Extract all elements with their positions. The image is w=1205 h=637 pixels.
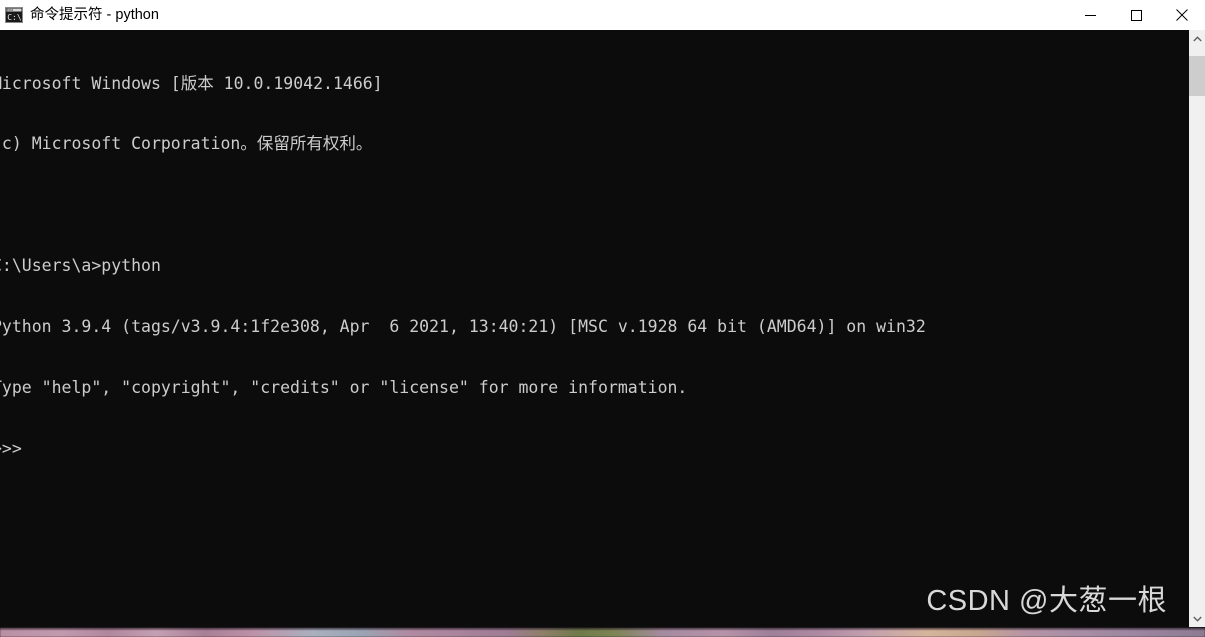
console-line: (c) Microsoft Corporation。保留所有权利。 — [0, 134, 373, 154]
maximize-button[interactable] — [1113, 0, 1159, 30]
console-line-blank — [0, 195, 926, 215]
minimize-button[interactable] — [1067, 0, 1113, 30]
desktop-background-strip — [0, 628, 1205, 637]
console-output-area[interactable]: Microsoft Windows [版本 10.0.19042.1466] (… — [0, 30, 1189, 627]
vertical-scrollbar[interactable] — [1189, 30, 1205, 627]
console-text-block: Microsoft Windows [版本 10.0.19042.1466] (… — [0, 33, 926, 500]
window-titlebar[interactable]: C:\ 命令提示符 - python — [0, 0, 1205, 30]
chevron-down-icon — [1192, 616, 1202, 622]
cmd-console-icon: C:\ — [5, 7, 23, 23]
window-title: 命令提示符 - python — [30, 7, 159, 23]
console-line: Type "help", "copyright", "credits" or "… — [0, 378, 688, 398]
svg-text:C:\: C:\ — [7, 13, 22, 22]
python-repl-prompt: >>> — [0, 438, 22, 458]
close-button[interactable] — [1159, 0, 1205, 30]
cmd-window: C:\ 命令提示符 - python Microsoft Windows [版本… — [0, 0, 1205, 637]
console-line: Python 3.9.4 (tags/v3.9.4:1f2e308, Apr 6… — [0, 317, 926, 337]
console-line-prompt-command: C:\Users\a>python — [0, 256, 161, 276]
scrollbar-thumb[interactable] — [1189, 56, 1205, 96]
scroll-down-button[interactable] — [1189, 610, 1205, 627]
titlebar-left-group: C:\ 命令提示符 - python — [0, 7, 1067, 23]
scroll-up-button[interactable] — [1189, 30, 1205, 47]
minimize-icon — [1084, 14, 1096, 16]
close-icon — [1176, 9, 1188, 21]
maximize-icon — [1130, 9, 1142, 21]
csdn-watermark: CSDN @大葱一根 — [926, 585, 1167, 617]
chevron-up-icon — [1192, 35, 1202, 41]
console-line: Microsoft Windows [版本 10.0.19042.1466] — [0, 73, 383, 93]
window-controls — [1067, 0, 1205, 30]
